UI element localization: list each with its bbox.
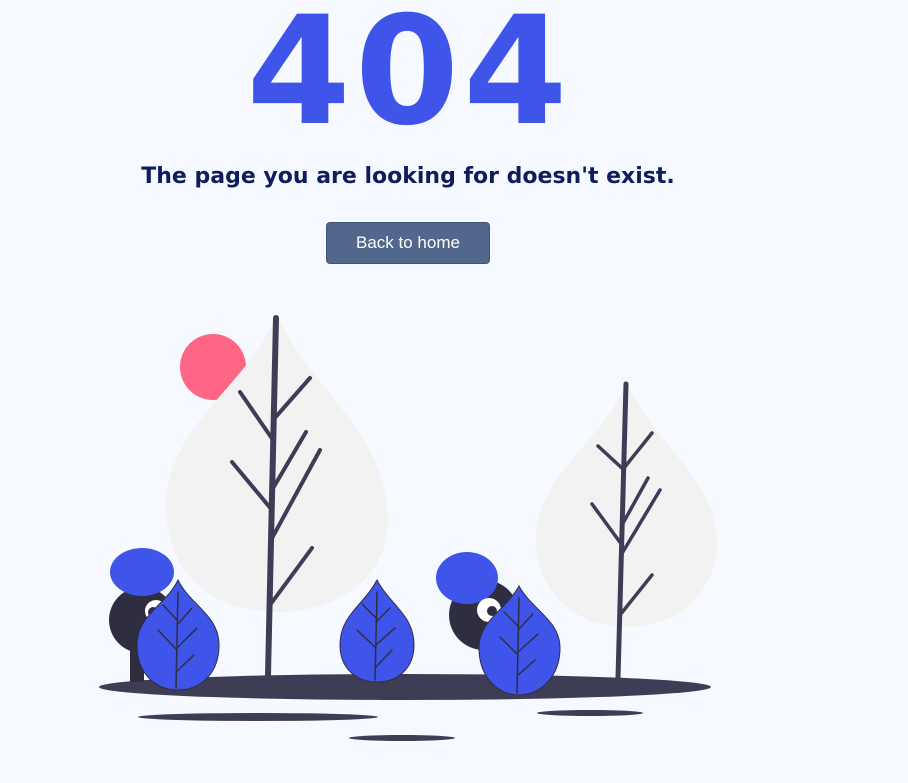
error-message: The page you are looking for doesn't exi…: [141, 164, 675, 189]
not-found-page: 404 The page you are looking for doesn't…: [0, 0, 908, 783]
ground-line-middle: [349, 735, 455, 741]
trees-illustration: [99, 312, 717, 741]
right-character-hat: [436, 552, 498, 604]
back-to-home-button[interactable]: Back to home: [326, 222, 490, 264]
left-character-hat: [110, 548, 174, 596]
error-code: 404: [246, 0, 572, 159]
ground-line-right: [537, 710, 643, 716]
ground-line-left: [138, 713, 378, 721]
